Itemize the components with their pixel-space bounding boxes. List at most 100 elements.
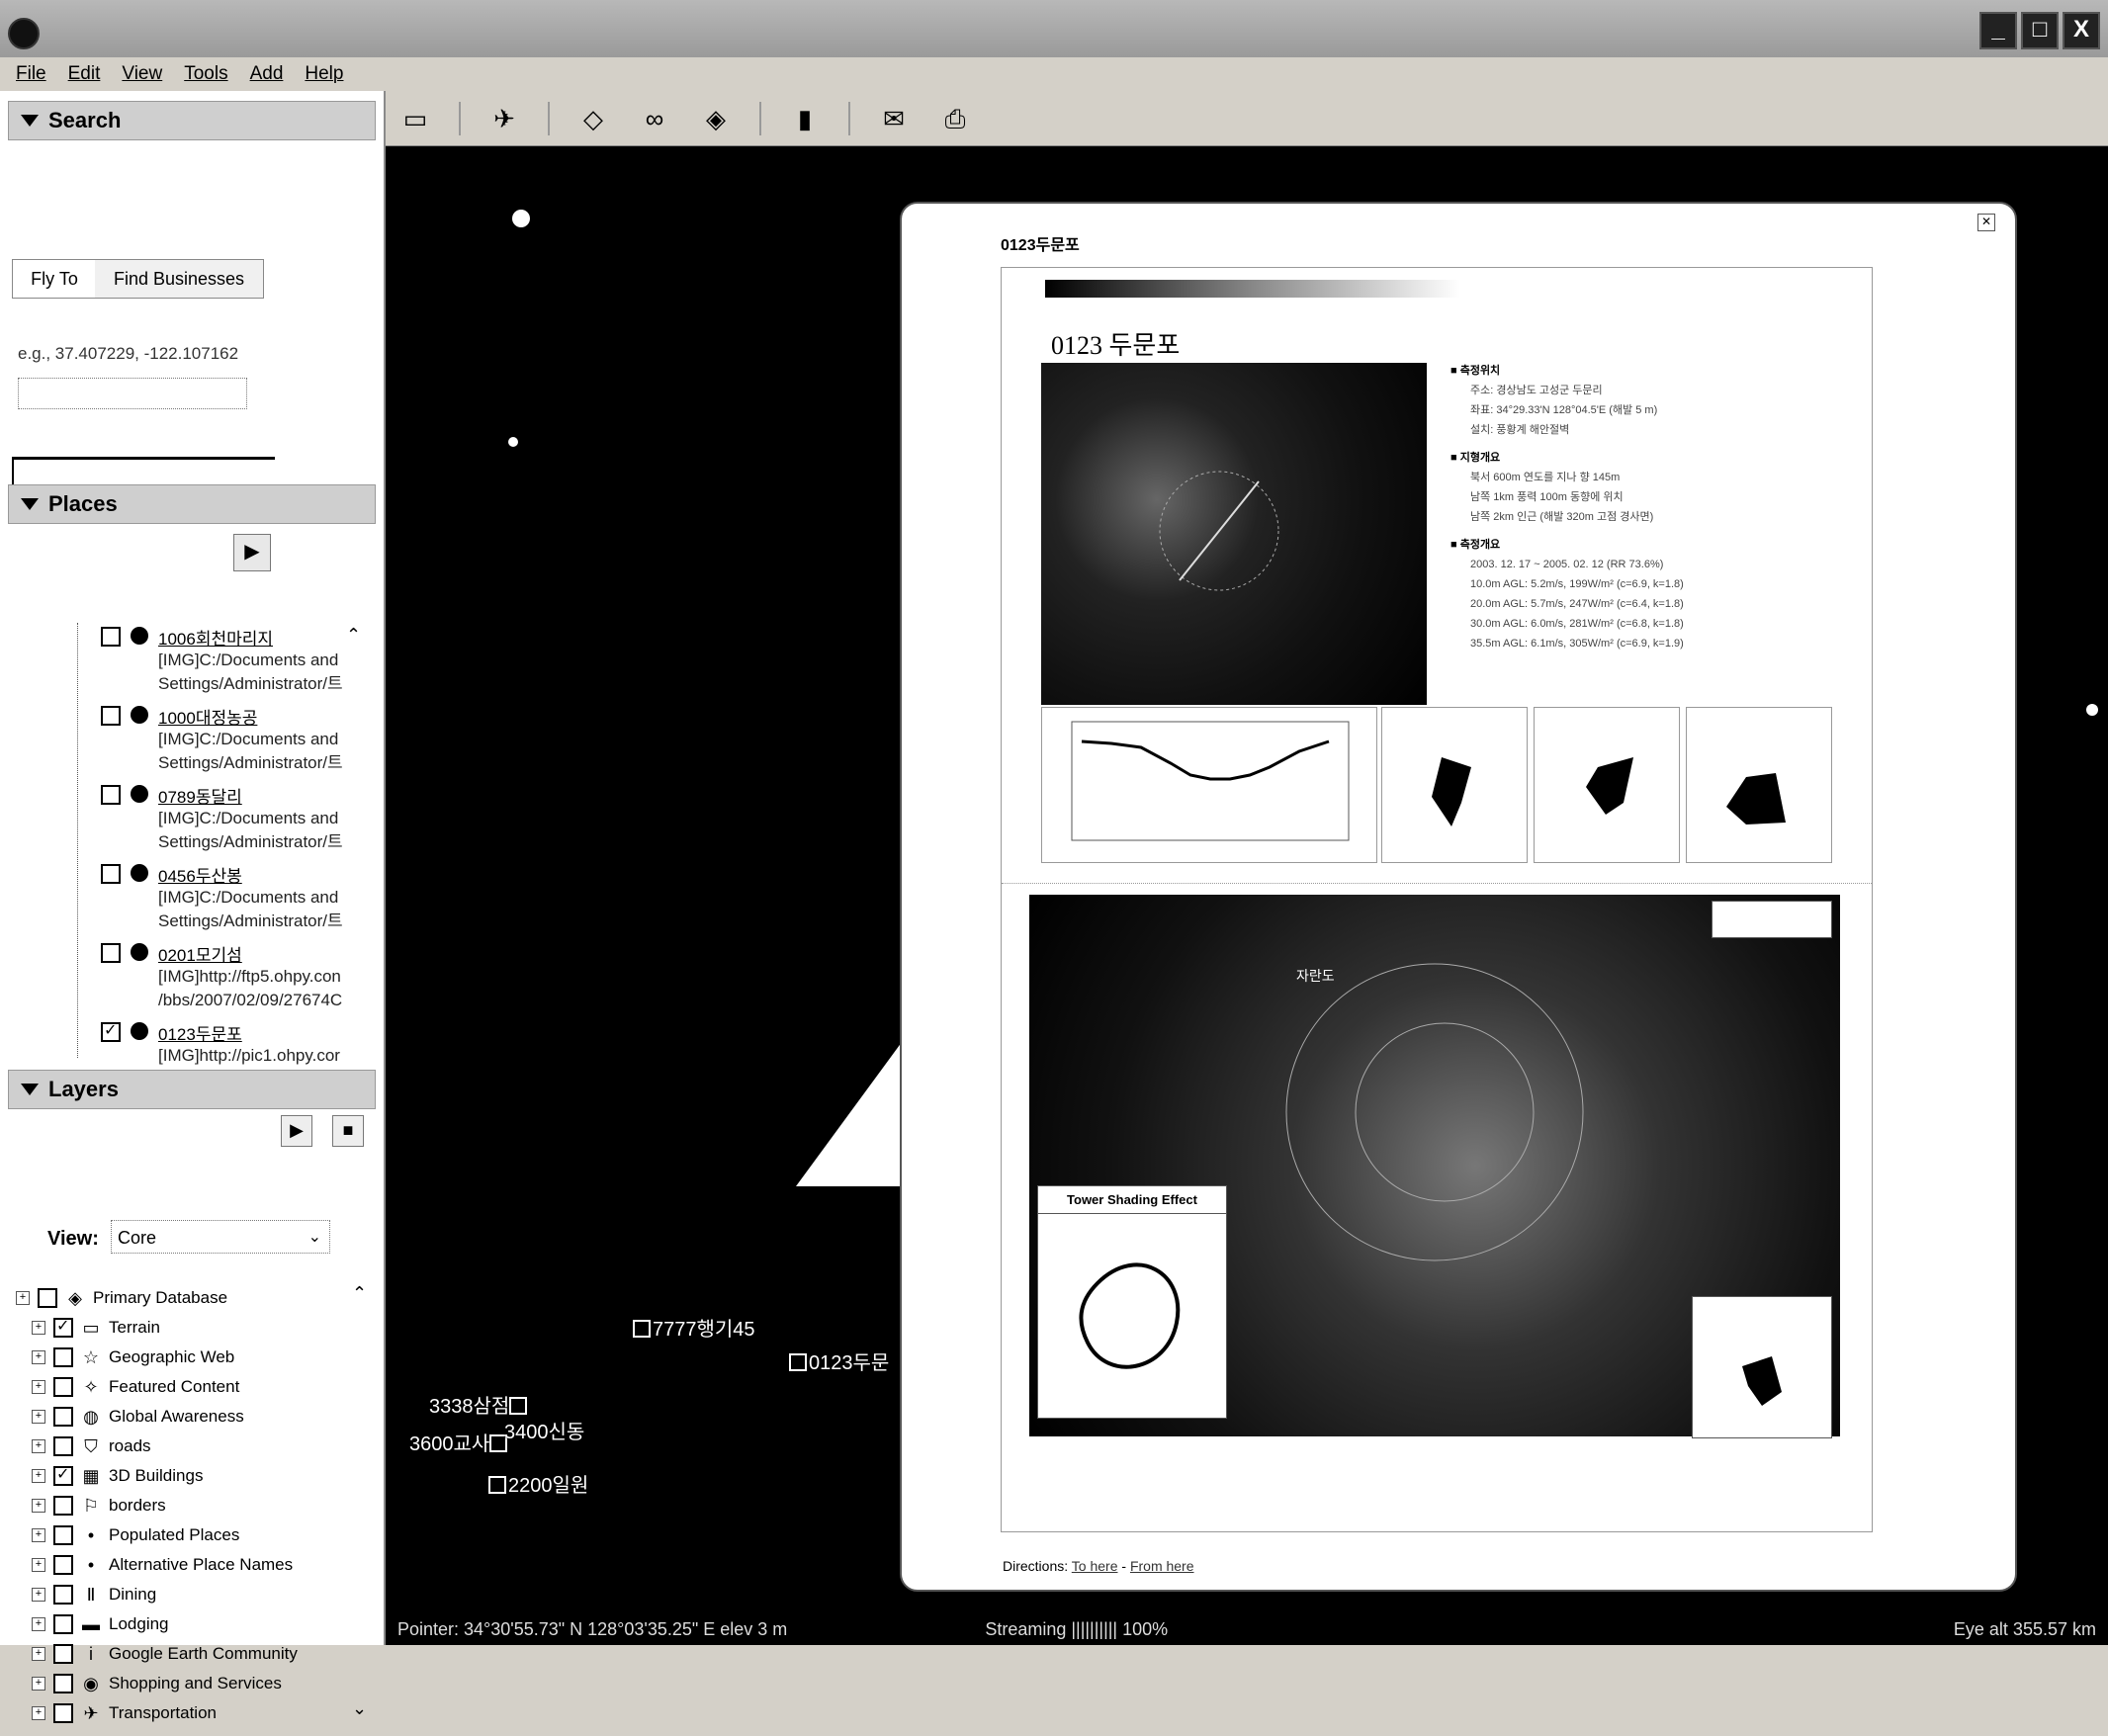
map-placemark[interactable]: 2200일원 [488, 1469, 588, 1498]
place-item[interactable]: 0201모기섬 [IMG]http://ftp5.ohpy.con/bbs/200… [10, 939, 378, 1018]
tab-fly-to[interactable]: Fly To [12, 259, 97, 299]
add-path-icon[interactable]: ∞ [637, 101, 672, 136]
layer-checkbox[interactable] [38, 1288, 57, 1308]
place-checkbox[interactable] [101, 785, 121, 805]
place-name[interactable]: 1006회천마리지 [158, 625, 273, 650]
expand-icon[interactable]: + [32, 1410, 45, 1424]
menu-edit[interactable]: Edit [68, 63, 101, 85]
maximize-button[interactable]: □ [2021, 12, 2059, 49]
layer-item[interactable]: + ✈ Transportation [32, 1698, 217, 1728]
layer-checkbox[interactable] [53, 1496, 73, 1516]
to-here-link[interactable]: To here [1072, 1558, 1118, 1574]
add-polygon-icon[interactable]: ◇ [575, 101, 611, 136]
layer-item[interactable]: + • Populated Places [32, 1520, 239, 1550]
place-checkbox[interactable] [101, 943, 121, 963]
place-checkbox[interactable] [101, 627, 121, 647]
map-placemark[interactable]: 7777행기45 [633, 1313, 755, 1342]
place-item[interactable]: 0456두산봉 [IMG]C:/Documents and Settings/Adm… [10, 860, 378, 939]
search-panel-header[interactable]: Search [8, 101, 376, 140]
layer-item[interactable]: + ◈ Primary Database [16, 1283, 227, 1313]
sidebar-toggle-icon[interactable]: ▭ [397, 101, 433, 136]
play-tour-button[interactable]: ▶ [281, 1115, 312, 1147]
layer-item[interactable]: + ▦ 3D Buildings [32, 1461, 203, 1491]
map-placemark[interactable]: 3600교사 [409, 1428, 509, 1456]
fly-to-input[interactable] [18, 378, 247, 409]
map-placemark[interactable]: 3338삼점 [429, 1390, 529, 1419]
layer-checkbox[interactable] [53, 1555, 73, 1575]
layer-checkbox[interactable] [53, 1407, 73, 1427]
layer-checkbox[interactable] [53, 1614, 73, 1634]
layer-checkbox[interactable] [53, 1525, 73, 1545]
place-checkbox[interactable] [101, 706, 121, 726]
layer-item[interactable]: + ◉ Shopping and Services [32, 1669, 282, 1698]
menu-help[interactable]: Help [305, 63, 343, 85]
scroll-up-icon[interactable]: ⌃ [346, 625, 361, 646]
place-name[interactable]: 0123두문포 [158, 1020, 242, 1045]
expand-icon[interactable]: + [32, 1469, 45, 1483]
map-placemark[interactable]: 3400신동 [504, 1416, 584, 1444]
layer-item[interactable]: + ⛉ roads [32, 1432, 151, 1461]
layer-item[interactable]: + Ⅱ Dining [32, 1580, 156, 1609]
menu-view[interactable]: View [122, 63, 162, 85]
layer-item[interactable]: + ☆ Geographic Web [32, 1343, 234, 1372]
place-checkbox[interactable] [101, 1020, 121, 1042]
expand-icon[interactable]: + [32, 1558, 45, 1572]
expand-icon[interactable]: + [32, 1350, 45, 1364]
place-name[interactable]: 1000대정농공 [158, 704, 257, 729]
print-icon[interactable]: ⎙ [937, 101, 973, 136]
menu-file[interactable]: File [16, 63, 46, 85]
place-item[interactable]: 1006회천마리지 [IMG]C:/Documents and Settings/A… [10, 623, 378, 702]
minimize-button[interactable]: _ [1979, 12, 2017, 49]
layer-item[interactable]: + ▬ Lodging [32, 1609, 169, 1639]
expand-icon[interactable]: + [32, 1528, 45, 1542]
map-placemark[interactable]: 0123두문 [789, 1346, 889, 1375]
layer-checkbox[interactable] [53, 1674, 73, 1693]
places-panel-header[interactable]: Places [8, 484, 376, 524]
layer-checkbox[interactable] [53, 1644, 73, 1664]
search-go-button[interactable]: ▶ [233, 534, 271, 571]
layer-item[interactable]: + ▭ Terrain [32, 1313, 160, 1343]
email-icon[interactable]: ✉ [876, 101, 912, 136]
place-item[interactable]: 0789동달리 [IMG]C:/Documents and Settings/Adm… [10, 781, 378, 860]
tab-find-businesses[interactable]: Find Businesses [95, 259, 264, 299]
add-placemark-icon[interactable]: ✈ [486, 101, 522, 136]
view-select[interactable]: Core ⌄ [111, 1220, 330, 1254]
layer-item[interactable]: + ✧ Featured Content [32, 1372, 239, 1402]
layers-panel-header[interactable]: Layers [8, 1070, 376, 1109]
ruler-icon[interactable]: ▮ [787, 101, 823, 136]
place-name[interactable]: 0789동달리 [158, 783, 242, 808]
expand-icon[interactable]: + [16, 1291, 30, 1305]
layer-checkbox[interactable] [53, 1347, 73, 1367]
stop-tour-button[interactable]: ■ [332, 1115, 364, 1147]
expand-icon[interactable]: + [32, 1380, 45, 1394]
layer-checkbox[interactable] [53, 1316, 73, 1338]
from-here-link[interactable]: From here [1130, 1558, 1194, 1574]
close-icon[interactable]: ✕ [1977, 214, 1995, 231]
place-checkbox[interactable] [101, 864, 121, 884]
layer-item[interactable]: + i Google Earth Community [32, 1639, 298, 1669]
scroll-down-icon[interactable]: ⌄ [352, 1698, 367, 1719]
layer-checkbox[interactable] [53, 1703, 73, 1723]
layer-checkbox[interactable] [53, 1464, 73, 1486]
place-name[interactable]: 0201모기섬 [158, 941, 242, 966]
layer-checkbox[interactable] [53, 1436, 73, 1456]
expand-icon[interactable]: + [32, 1617, 45, 1631]
expand-icon[interactable]: + [32, 1647, 45, 1661]
layer-item[interactable]: + ⚐ borders [32, 1491, 166, 1520]
layer-item[interactable]: + • Alternative Place Names [32, 1550, 293, 1580]
scroll-up-icon[interactable]: ⌃ [352, 1283, 367, 1304]
place-item[interactable]: 1000대정농공 [IMG]C:/Documents and Settings/Ad… [10, 702, 378, 781]
menu-tools[interactable]: Tools [184, 63, 227, 85]
app-logo-icon[interactable] [8, 18, 40, 49]
expand-icon[interactable]: + [32, 1439, 45, 1453]
layer-item[interactable]: + ◍ Global Awareness [32, 1402, 244, 1432]
layer-checkbox[interactable] [53, 1585, 73, 1605]
expand-icon[interactable]: + [32, 1588, 45, 1602]
close-button[interactable]: X [2063, 12, 2100, 49]
expand-icon[interactable]: + [32, 1499, 45, 1513]
place-name[interactable]: 0456두산봉 [158, 862, 242, 887]
expand-icon[interactable]: + [32, 1321, 45, 1335]
expand-icon[interactable]: + [32, 1706, 45, 1720]
layer-checkbox[interactable] [53, 1377, 73, 1397]
expand-icon[interactable]: + [32, 1677, 45, 1691]
